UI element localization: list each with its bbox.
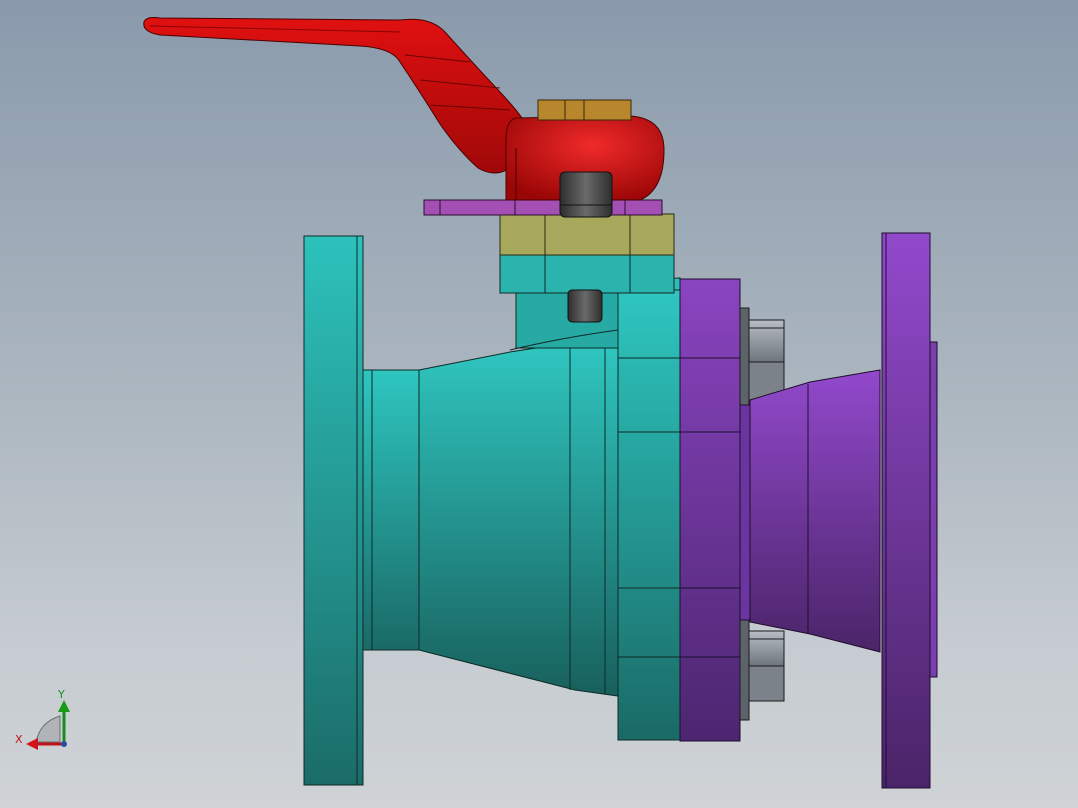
- hex-bolt-lower[interactable]: [739, 619, 785, 721]
- reference-triad: [26, 700, 70, 750]
- graphics-viewport[interactable]: X Y: [0, 0, 1078, 808]
- left-flange[interactable]: [303, 235, 364, 786]
- triad-y-label: Y: [58, 688, 65, 701]
- right-end-cap-neck[interactable]: [739, 369, 881, 653]
- ball-valve-model[interactable]: [0, 0, 1078, 808]
- valve-body[interactable]: [418, 287, 619, 697]
- triad-plane-icon: [35, 715, 61, 743]
- z-axis-point-icon: [61, 741, 67, 747]
- stem-pin[interactable]: [567, 289, 603, 323]
- valve-handle[interactable]: [143, 17, 523, 174]
- packing-gland[interactable]: [499, 213, 675, 294]
- stem[interactable]: [559, 171, 613, 218]
- body-flange-block[interactable]: [617, 277, 681, 741]
- stem-nut[interactable]: [537, 99, 632, 121]
- end-cap-flange-block[interactable]: [679, 278, 741, 742]
- x-axis-arrowhead-icon: [26, 738, 38, 750]
- triad-x-label: X: [15, 733, 23, 746]
- gland-plate[interactable]: [423, 199, 663, 216]
- left-neck[interactable]: [362, 369, 420, 651]
- right-flange[interactable]: [881, 232, 938, 789]
- y-axis-arrowhead-icon: [58, 700, 70, 712]
